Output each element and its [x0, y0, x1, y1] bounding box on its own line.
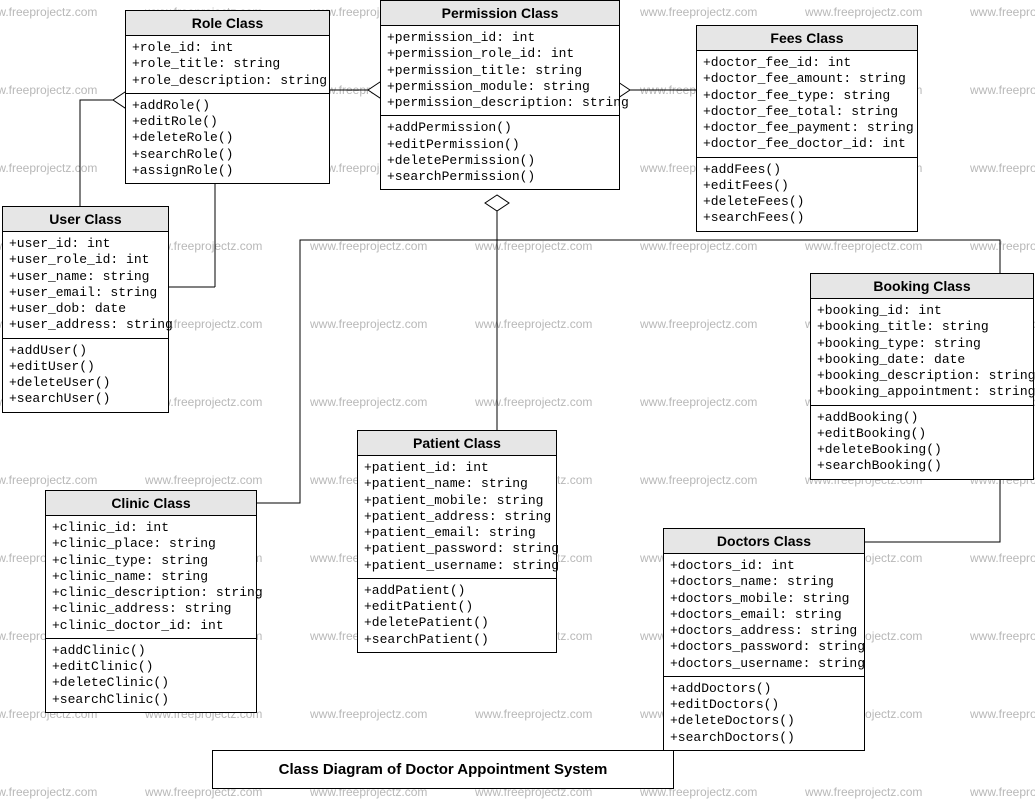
- class-clinic: Clinic Class +clinic_id: int +clinic_pla…: [45, 490, 257, 713]
- class-clinic-header: Clinic Class: [46, 491, 256, 516]
- class-fees-attrs: +doctor_fee_id: int +doctor_fee_amount: …: [697, 51, 917, 158]
- class-booking-attrs: +booking_id: int +booking_title: string …: [811, 299, 1033, 406]
- class-permission-header: Permission Class: [381, 1, 619, 26]
- class-fees: Fees Class +doctor_fee_id: int +doctor_f…: [696, 25, 918, 232]
- class-role: Role Class +role_id: int +role_title: st…: [125, 10, 330, 184]
- class-patient-ops: +addPatient() +editPatient() +deletePati…: [358, 579, 556, 652]
- class-permission-attrs: +permission_id: int +permission_role_id:…: [381, 26, 619, 116]
- class-booking-ops: +addBooking() +editBooking() +deleteBook…: [811, 406, 1033, 479]
- class-doctors-header: Doctors Class: [664, 529, 864, 554]
- class-doctors: Doctors Class +doctors_id: int +doctors_…: [663, 528, 865, 751]
- class-user-attrs: +user_id: int +user_role_id: int +user_n…: [3, 232, 168, 339]
- diagram-title: Class Diagram of Doctor Appointment Syst…: [212, 750, 674, 789]
- class-clinic-ops: +addClinic() +editClinic() +deleteClinic…: [46, 639, 256, 712]
- class-booking-header: Booking Class: [811, 274, 1033, 299]
- class-user-header: User Class: [3, 207, 168, 232]
- class-role-header: Role Class: [126, 11, 329, 36]
- class-permission: Permission Class +permission_id: int +pe…: [380, 0, 620, 190]
- class-clinic-attrs: +clinic_id: int +clinic_place: string +c…: [46, 516, 256, 639]
- class-role-attrs: +role_id: int +role_title: string +role_…: [126, 36, 329, 94]
- class-doctors-attrs: +doctors_id: int +doctors_name: string +…: [664, 554, 864, 677]
- class-fees-ops: +addFees() +editFees() +deleteFees() +se…: [697, 158, 917, 231]
- class-role-ops: +addRole() +editRole() +deleteRole() +se…: [126, 94, 329, 183]
- class-patient: Patient Class +patient_id: int +patient_…: [357, 430, 557, 653]
- class-patient-header: Patient Class: [358, 431, 556, 456]
- class-fees-header: Fees Class: [697, 26, 917, 51]
- class-permission-ops: +addPermission() +editPermission() +dele…: [381, 116, 619, 189]
- class-user-ops: +addUser() +editUser() +deleteUser() +se…: [3, 339, 168, 412]
- class-doctors-ops: +addDoctors() +editDoctors() +deleteDoct…: [664, 677, 864, 750]
- class-patient-attrs: +patient_id: int +patient_name: string +…: [358, 456, 556, 579]
- class-user: User Class +user_id: int +user_role_id: …: [2, 206, 169, 413]
- class-booking: Booking Class +booking_id: int +booking_…: [810, 273, 1034, 480]
